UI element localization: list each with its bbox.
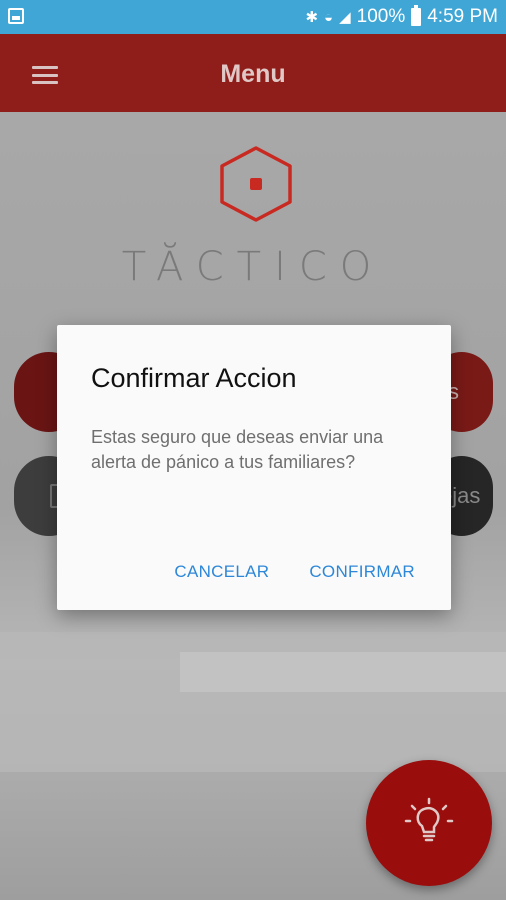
logo-wordmark: TĂCTICO [121,244,385,290]
page-title: Menu [220,60,286,88]
dialog-title: Confirmar Accion [91,363,297,393]
dialog-actions: CANCELAR CONFIRMAR [174,562,415,582]
battery-icon [411,5,422,26]
confirm-button[interactable]: CONFIRMAR [309,562,415,582]
panic-fab-button[interactable] [366,760,492,886]
confirm-dialog: Confirmar Accion Estas seguro que deseas… [57,325,451,610]
battery-percent: 100% [356,6,406,27]
signal-icon: ◢ [339,9,351,26]
logo-hexagon-icon [220,146,292,222]
cancel-button[interactable]: CANCELAR [174,562,269,582]
background-image-detail [180,652,506,692]
status-indicators: ✱ ◒ ◢ 100% 4:59 PM [305,0,498,34]
status-bar: ✱ ◒ ◢ 100% 4:59 PM [0,0,506,34]
dialog-message: Estas seguro que deseas enviar una alert… [91,427,384,472]
app-bar: Menu [0,34,506,112]
wifi-icon: ◒ [324,8,334,26]
gallery-notification-icon [8,8,24,24]
clock: 4:59 PM [427,6,498,27]
lightbulb-icon [404,797,454,842]
bluetooth-icon: ✱ [305,9,319,26]
